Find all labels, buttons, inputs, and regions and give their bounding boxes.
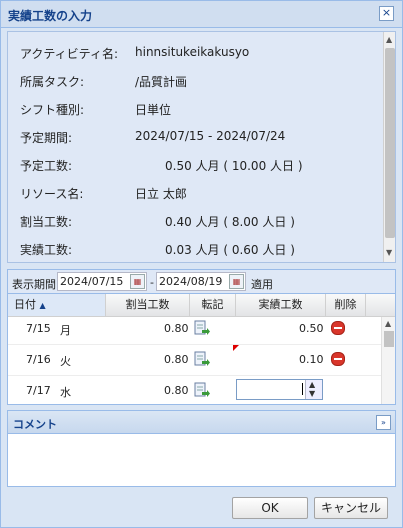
dirty-cell-marker [233,345,239,351]
column-header-date[interactable]: 日付 ▲ [8,294,106,316]
scroll-up-icon[interactable]: ▲ [385,319,391,328]
row-actual[interactable]: 0.10 [299,353,324,366]
transfer-icon[interactable] [194,382,210,398]
comment-header[interactable]: コメント » [8,411,395,434]
delete-icon[interactable] [331,321,345,335]
transfer-icon[interactable] [194,351,210,367]
period-separator: - [150,276,154,289]
info-value: hinnsitukeikakusyo [135,45,250,59]
text-cursor [302,383,303,395]
info-scrollbar[interactable]: ▲ ▼ [383,32,395,262]
ok-button[interactable]: OK [232,497,308,519]
info-label: リソース名: [20,187,84,201]
actual-effort-spinner[interactable]: ▲ ▼ [236,379,323,400]
scroll-thumb[interactable] [385,48,395,238]
info-value: 0.03 人月 ( 0.60 人日 ) [165,243,295,257]
info-value: 0.40 人月 ( 8.00 人日 ) [165,215,295,229]
delete-icon[interactable] [331,352,345,366]
row-assigned: 0.80 [164,353,189,366]
row-assigned: 0.80 [164,384,189,397]
row-weekday: 火 [60,355,71,368]
period-to-value: 2024/08/19 [159,275,223,288]
period-to-input[interactable]: 2024/08/19 ▦ [156,272,246,291]
scroll-down-icon[interactable]: ▼ [386,248,392,257]
info-value: 0.50 人月 ( 10.00 人日 ) [165,159,303,173]
table-row[interactable]: 7/15 月 0.80 0.50 [8,317,381,345]
info-value: 日立 太郎 [135,187,187,201]
row-date: 7/17 [26,384,51,397]
table-row[interactable]: 7/16 火 0.80 0.10 [8,345,381,376]
spin-down-icon[interactable]: ▼ [309,389,315,398]
column-header-actual[interactable]: 実績工数 [236,294,326,316]
row-actual[interactable]: 0.50 [299,322,324,335]
sort-asc-icon: ▲ [39,301,46,310]
spin-up-icon[interactable]: ▲ [309,380,315,389]
period-filter-bar: 表示期間 2024/07/15 ▦ - 2024/08/19 ▦ 適用 [7,269,396,294]
calendar-icon[interactable]: ▦ [229,274,244,289]
calendar-icon[interactable]: ▦ [130,274,145,289]
period-from-input[interactable]: 2024/07/15 ▦ [57,272,147,291]
row-weekday: 月 [60,324,71,337]
period-from-value: 2024/07/15 [60,275,124,288]
spinner-buttons[interactable]: ▲ ▼ [305,380,322,399]
table-row[interactable]: 7/17 水 0.80 ▲ ▼ [8,376,381,404]
transfer-icon[interactable] [194,320,210,336]
column-header-delete[interactable]: 削除 [326,294,366,316]
row-assigned: 0.80 [164,322,189,335]
scroll-thumb[interactable] [384,331,394,347]
title-bar: 実績工数の入力 × [1,1,402,28]
info-label: 所属タスク: [20,75,85,89]
window-title: 実績工数の入力 [8,9,93,23]
info-label: アクティビティ名: [20,47,119,61]
comment-panel: コメント » [7,410,396,487]
column-header-assigned[interactable]: 割当工数 [106,294,190,316]
collapse-icon[interactable]: » [376,415,391,430]
close-icon[interactable]: × [379,6,394,21]
apply-link[interactable]: 適用 [251,276,273,292]
grid-header: 日付 ▲ 割当工数 転記 実績工数 削除 [8,294,395,317]
info-label: 実績工数: [20,243,73,257]
effort-grid: 日付 ▲ 割当工数 転記 実績工数 削除 7/15 月 0.80 0.50 7/… [7,293,396,405]
comment-textarea[interactable] [8,434,395,486]
column-header-transfer[interactable]: 転記 [190,294,236,316]
row-weekday: 水 [60,386,71,399]
grid-scrollbar[interactable]: ▲ [381,317,395,404]
comment-title: コメント [13,418,57,431]
info-label: シフト種別: [20,103,85,117]
info-value: 日単位 [135,103,172,117]
scroll-up-icon[interactable]: ▲ [386,35,392,44]
row-date: 7/16 [26,353,51,366]
info-value: /品質計画 [135,75,188,89]
period-label: 表示期間 [12,278,56,291]
info-panel: アクティビティ名: hinnsitukeikakusyo 所属タスク: /品質計… [7,31,396,263]
info-label: 割当工数: [20,215,73,229]
header-date-label: 日付 [14,298,36,311]
info-label: 予定工数: [20,159,73,173]
dialog-window: 実績工数の入力 × アクティビティ名: hinnsitukeikakusyo 所… [0,0,403,528]
grid-body: 7/15 月 0.80 0.50 7/16 火 0.80 0.10 7/17 水… [8,317,381,404]
row-date: 7/15 [26,322,51,335]
info-value: 2024/07/15 - 2024/07/24 [135,129,286,143]
cancel-button[interactable]: キャンセル [314,497,388,519]
info-label: 予定期間: [20,131,73,145]
